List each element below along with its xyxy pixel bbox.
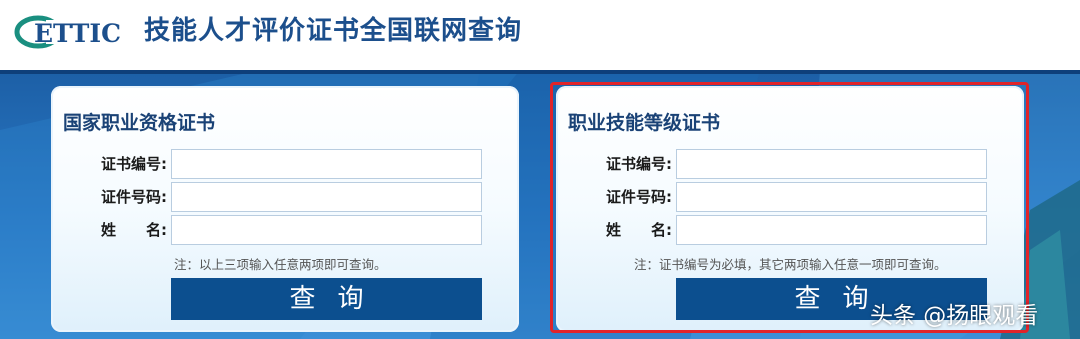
ettic-logo-mark: ETTIC: [14, 15, 121, 49]
logo-text: ETTIC: [34, 19, 121, 48]
query-button[interactable]: 查询: [171, 278, 482, 320]
name-input[interactable]: [171, 215, 482, 245]
name-label: 姓 名:: [101, 221, 167, 239]
query-note: 注：以上三项输入任意两项即可查询。: [174, 257, 387, 272]
id-number-input[interactable]: [171, 182, 482, 212]
ettic-logo[interactable]: ETTIC: [14, 12, 132, 50]
certificate-number-row: 证书编号:: [51, 149, 519, 179]
watermark-text: 头条 @扬眼观看: [870, 303, 1039, 329]
id-number-row: 证件号码:: [51, 182, 519, 212]
certificate-number-label: 证书编号:: [101, 155, 167, 173]
vocational-qualification-card: 国家职业资格证书 证书编号: 证件号码: 姓 名: 注：以上三项输入任意两项即可…: [51, 86, 519, 332]
id-number-label: 证件号码:: [101, 188, 167, 206]
site-header: ETTIC 技能人才评价证书全国联网查询: [0, 0, 1080, 70]
name-row: 姓 名:: [51, 215, 519, 245]
site-title: 技能人才评价证书全国联网查询: [144, 16, 523, 46]
card-title: 国家职业资格证书: [63, 112, 216, 134]
banner-divider: [0, 70, 1080, 74]
certificate-number-input[interactable]: [171, 149, 482, 179]
